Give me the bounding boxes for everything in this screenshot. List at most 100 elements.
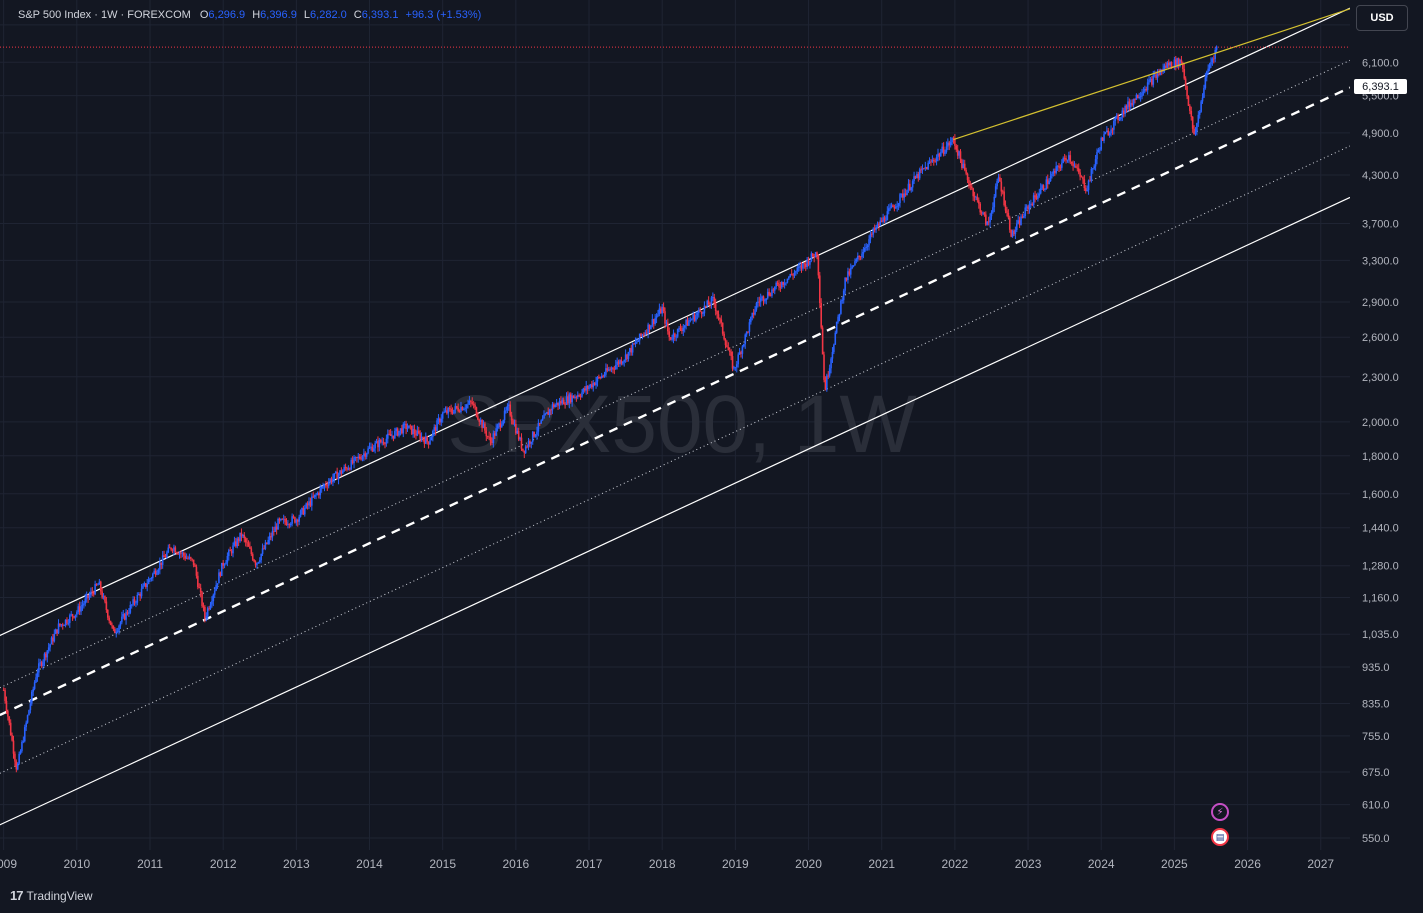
candle-body	[762, 296, 765, 302]
candle-body	[451, 411, 454, 414]
candle-body	[844, 277, 846, 291]
x-tick-label: 2011	[137, 857, 163, 871]
candle-body	[509, 404, 512, 416]
candle-body	[826, 375, 828, 390]
candle-body	[553, 404, 555, 408]
candle-body	[1023, 216, 1025, 218]
candle-body	[675, 336, 678, 338]
candle-body	[38, 663, 40, 673]
candle-body	[394, 431, 396, 439]
resistance-trendline[interactable]	[953, 8, 1351, 141]
candle-body	[605, 368, 607, 375]
candle-body	[101, 591, 103, 598]
candle-body	[1138, 96, 1141, 99]
candle-body	[154, 570, 157, 575]
candle-body	[1167, 62, 1170, 66]
candle-body	[488, 436, 490, 438]
candle-body	[506, 405, 509, 411]
candle-body	[909, 183, 911, 191]
candle-body	[340, 470, 343, 474]
candle-body	[1204, 77, 1207, 88]
candle-body	[173, 547, 175, 551]
channel-lower-line[interactable]	[0, 196, 1351, 831]
candle-body	[375, 441, 378, 444]
candle-body	[851, 266, 853, 269]
lightning-bolt-icon[interactable]: ⚡	[1211, 803, 1229, 821]
candle-body	[31, 691, 33, 704]
candle-body	[267, 539, 269, 544]
y-tick-label: 2,900.0	[1362, 297, 1399, 309]
candle-body	[1117, 115, 1119, 121]
candle-body	[287, 524, 289, 526]
candle-body	[603, 374, 606, 377]
candle-body	[771, 289, 773, 296]
candle-body	[737, 354, 739, 365]
candle-body	[12, 740, 15, 754]
candle-body	[1080, 176, 1083, 178]
candle-body	[298, 516, 300, 522]
x-tick-label: 2017	[576, 857, 603, 871]
candle-body	[64, 619, 67, 626]
candle-body	[942, 146, 945, 154]
symbol-legend: S&P 500 Index · 1W · FOREXCOM O6,296.9 H…	[18, 9, 481, 21]
candle-body	[987, 221, 990, 223]
candle-body	[1156, 73, 1159, 79]
candle-body	[188, 557, 191, 559]
price-chart[interactable]: SPX500, 1W 550.0610.0675.0755.0835.0935.…	[0, 0, 1423, 913]
candle-body	[709, 304, 711, 306]
candle-body	[795, 271, 797, 273]
candle-body	[251, 554, 254, 560]
channel-upper-line[interactable]	[0, 7, 1351, 642]
candle-body	[1153, 74, 1156, 76]
candle-body	[661, 306, 663, 314]
candle-body	[969, 185, 972, 187]
candle-body	[940, 152, 942, 157]
candle-body	[50, 637, 53, 645]
candle-body	[655, 316, 658, 319]
time-axis[interactable]: 2009 2010 2011 2012 2013 2014 2015 2016 2017 2018…	[0, 850, 1423, 878]
x-tick-label: 2014	[356, 857, 383, 871]
candle-body	[613, 368, 616, 370]
candle-body	[997, 177, 1000, 182]
currency-button[interactable]: USD	[1356, 5, 1408, 31]
candle-body	[582, 388, 585, 393]
candle-body	[220, 562, 223, 576]
tradingview-brand[interactable]: 17 TradingView	[10, 888, 93, 903]
candle-body	[1058, 165, 1060, 168]
candle-body	[993, 196, 996, 208]
candle-body	[1011, 230, 1014, 237]
candle-body	[554, 404, 557, 408]
candle-body	[441, 412, 444, 419]
candle-body	[327, 482, 330, 487]
y-tick-label: 675.0	[1362, 767, 1390, 779]
candle-body	[163, 555, 165, 558]
candle-body	[731, 356, 734, 369]
candle-body	[432, 431, 434, 438]
candle-body	[955, 145, 958, 150]
us-flag-icon[interactable]: ▤	[1211, 828, 1229, 846]
candle-body	[115, 631, 118, 634]
candle-body	[852, 265, 855, 267]
y-tick-label: 610.0	[1362, 800, 1390, 812]
trendline[interactable]	[953, 8, 1351, 141]
candle-body	[682, 327, 685, 332]
candle-body	[845, 277, 848, 281]
candle-body	[890, 205, 893, 208]
candle-body	[125, 611, 127, 620]
candle-body	[339, 470, 341, 475]
candle-body	[135, 602, 137, 604]
candle-body	[368, 447, 371, 449]
price-axis[interactable]: 550.0 610.0 675.0 755.0 835.0 935.0 1,035.0 1,1…	[1350, 0, 1423, 878]
candle-body	[522, 448, 524, 451]
candle-body	[263, 548, 265, 550]
candle-body	[766, 291, 769, 299]
candle-body	[508, 404, 510, 406]
candle-body	[1122, 110, 1125, 115]
candle-body	[833, 344, 835, 352]
candle-body	[629, 348, 631, 352]
candle-body	[40, 662, 43, 666]
candle-body	[786, 278, 789, 283]
x-tick-label: 2026	[1234, 857, 1261, 871]
candle-body	[170, 547, 172, 550]
candle-body	[1056, 165, 1059, 167]
